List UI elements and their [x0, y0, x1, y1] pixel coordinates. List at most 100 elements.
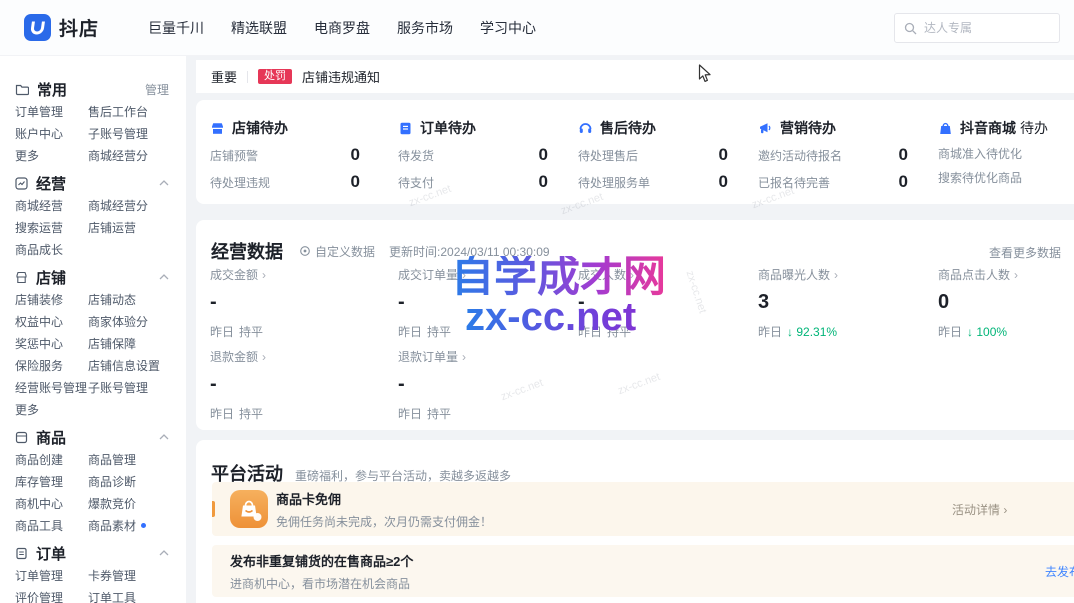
metric-label[interactable]: 商品曝光人数› [758, 266, 908, 283]
chevron-right-icon: › [462, 268, 466, 282]
sidebar-item-merchant-exp-score[interactable]: 商家体验分 [88, 313, 148, 330]
sidebar-item-inventory-mgmt[interactable]: 库存管理 [15, 473, 88, 490]
metric-label[interactable]: 退款订单量› [398, 348, 548, 365]
chevron-right-icon: › [462, 350, 466, 364]
sidebar-item-mall-business-score[interactable]: 商城经营分 [88, 197, 148, 214]
sidebar-item-product-growth[interactable]: 商品成长 [15, 241, 88, 258]
sidebar-item-product-tools[interactable]: 商品工具 [15, 517, 88, 534]
todo-label[interactable]: 邀约活动待报名 [758, 147, 842, 164]
sidebar-item-search-ops[interactable]: 搜索运营 [15, 219, 88, 236]
shop-icon [15, 271, 28, 284]
todo-label[interactable]: 待支付 [398, 174, 434, 191]
sidebar-item-shop-news[interactable]: 店铺动态 [88, 291, 136, 308]
shop-todo-icon [210, 121, 225, 136]
sidebar-item-shop-guarantee[interactable]: 店铺保障 [88, 335, 136, 352]
metric-label[interactable]: 商品点击人数› [938, 266, 1074, 283]
custom-data-link[interactable]: 自定义数据 [299, 243, 375, 260]
sidebar-item-review-mgmt[interactable]: 评价管理 [15, 589, 88, 603]
sidebar-item-business-account-mgmt[interactable]: 经营账号管理 [15, 379, 88, 396]
search-box[interactable] [894, 13, 1060, 43]
sidebar-item-product-create[interactable]: 商品创建 [15, 451, 88, 468]
todo-title: 抖音商城 [960, 118, 1016, 138]
manage-link[interactable]: 管理 [145, 81, 169, 98]
view-more-data-link[interactable]: 查看更多数据 [989, 244, 1061, 261]
chevron-right-icon: › [834, 268, 838, 282]
sidebar-item-product-mgmt[interactable]: 商品管理 [88, 451, 136, 468]
chevron-up-icon[interactable] [159, 550, 169, 556]
todo-title-suffix: 待办 [1020, 118, 1048, 138]
sidebar-item-hot-bidding[interactable]: 爆款竞价 [88, 495, 136, 512]
menu-fuwu-shichang[interactable]: 服务市场 [392, 18, 458, 38]
sidebar-item-insurance[interactable]: 保险服务 [15, 357, 88, 374]
menu-jingxuan-lianmeng[interactable]: 精选联盟 [226, 18, 292, 38]
sidebar-item-opportunity-center[interactable]: 商机中心 [15, 495, 88, 512]
todo-value: 0 [899, 172, 908, 192]
sidebar-item-subaccount-mgmt2[interactable]: 子账号管理 [88, 379, 148, 396]
menu-juliang-qianchuan[interactable]: 巨量千川 [143, 18, 209, 38]
metric-value: - [210, 373, 360, 396]
sidebar-item-shop-decorate[interactable]: 店铺装修 [15, 291, 88, 308]
todo-title: 营销待办 [780, 118, 836, 138]
todo-order: 订单待办 待发货0 待支付0 [398, 100, 548, 192]
sidebar-item-shop-info-settings[interactable]: 店铺信息设置 [88, 357, 160, 374]
sidebar-item-product-material[interactable]: 商品素材 [88, 517, 146, 534]
todo-label[interactable]: 待处理售后 [578, 147, 638, 164]
chevron-right-icon: › [262, 350, 266, 364]
banner-desc: 免佣任务尚未完成，次月仍需支付佣金！ [276, 513, 492, 530]
sidebar-item-account-center[interactable]: 账户中心 [15, 125, 88, 142]
sidebar-item-rights-center[interactable]: 权益中心 [15, 313, 88, 330]
metric-label[interactable]: 退款金额› [210, 348, 360, 365]
sidebar-item-subaccount-mgmt[interactable]: 子账号管理 [88, 125, 148, 142]
sidebar-item-mall-score[interactable]: 商城经营分 [88, 147, 148, 164]
app-title: 抖店 [59, 14, 99, 41]
todo-label[interactable]: 搜索待优化商品 [938, 169, 1022, 186]
todo-label[interactable]: 待处理违规 [210, 174, 270, 191]
chevron-up-icon[interactable] [159, 434, 169, 440]
todo-label[interactable]: 待处理服务单 [578, 174, 650, 191]
todo-label[interactable]: 店铺预警 [210, 147, 258, 164]
todo-shop: 店铺待办 店铺预警0 待处理违规0 [210, 100, 360, 192]
todo-title: 订单待办 [420, 118, 476, 138]
activity-detail-link[interactable]: 活动详情 › [952, 501, 1007, 518]
search-input[interactable] [924, 21, 1050, 35]
metric-label[interactable]: 成交人数› [578, 266, 728, 283]
sidebar-item-order-mgmt[interactable]: 订单管理 [15, 103, 88, 120]
metric-value: - [398, 291, 548, 314]
sidebar-item-order-tools[interactable]: 订单工具 [88, 589, 136, 603]
sidebar-item-coupon-mgmt[interactable]: 卡券管理 [88, 567, 136, 584]
sidebar-section-common: 常用 管理 订单管理售后工作台 账户中心子账号管理 更多商城经营分 [15, 78, 186, 166]
todo-label[interactable]: 已报名待完善 [758, 174, 830, 191]
app-logo[interactable]: 抖店 [24, 14, 99, 41]
violation-notice-link[interactable]: 店铺违规通知 [302, 67, 380, 86]
go-publish-link[interactable]: 去发布 [1045, 563, 1074, 580]
metric-value: 0 [938, 291, 1074, 314]
top-menu: 巨量千川 精选联盟 电商罗盘 服务市场 学习中心 [143, 18, 541, 38]
sidebar-item-more[interactable]: 更多 [15, 147, 88, 164]
chevron-up-icon[interactable] [159, 180, 169, 186]
todo-card: 店铺待办 店铺预警0 待处理违规0 订单待办 待发货0 待支付0 售后待办 待处… [196, 100, 1074, 204]
gift-bag-icon [230, 490, 268, 528]
section-title-order: 订单 [36, 543, 66, 564]
sidebar-item-product-diagnosis[interactable]: 商品诊断 [88, 473, 136, 490]
menu-xuexi-zhongxin[interactable]: 学习中心 [475, 18, 541, 38]
sidebar-item-reward-punish[interactable]: 奖惩中心 [15, 335, 88, 352]
sidebar-section-order: 订单 订单管理卡券管理 评价管理订单工具 [15, 542, 186, 603]
sidebar-item-aftersale-workbench[interactable]: 售后工作台 [88, 103, 148, 120]
gear-icon [299, 245, 311, 257]
sidebar-item-shop-ops[interactable]: 店铺运营 [88, 219, 136, 236]
sidebar-item-more2[interactable]: 更多 [15, 401, 88, 418]
metric-label[interactable]: 成交订单量› [398, 266, 548, 283]
chevron-up-icon[interactable] [159, 274, 169, 280]
sidebar-item-order-mgmt2[interactable]: 订单管理 [15, 567, 88, 584]
sidebar-item-mall-business[interactable]: 商城经营 [15, 197, 88, 214]
todo-label[interactable]: 商城准入待优化 [938, 145, 1022, 162]
todo-label[interactable]: 待发货 [398, 147, 434, 164]
metric-refund-amount: 退款金额› - 昨日持平 [210, 348, 360, 422]
todo-marketing: 营销待办 邀约活动待报名0 已报名待完善0 [758, 100, 908, 192]
goods-icon [15, 431, 28, 444]
commission-free-banner: 商品卡免佣 免佣任务尚未完成，次月仍需支付佣金！ 活动详情 › [212, 482, 1074, 536]
todo-title: 售后待办 [600, 118, 656, 138]
search-icon [904, 22, 917, 35]
menu-dianshang-luopan[interactable]: 电商罗盘 [309, 18, 375, 38]
metric-label[interactable]: 成交金额› [210, 266, 360, 283]
